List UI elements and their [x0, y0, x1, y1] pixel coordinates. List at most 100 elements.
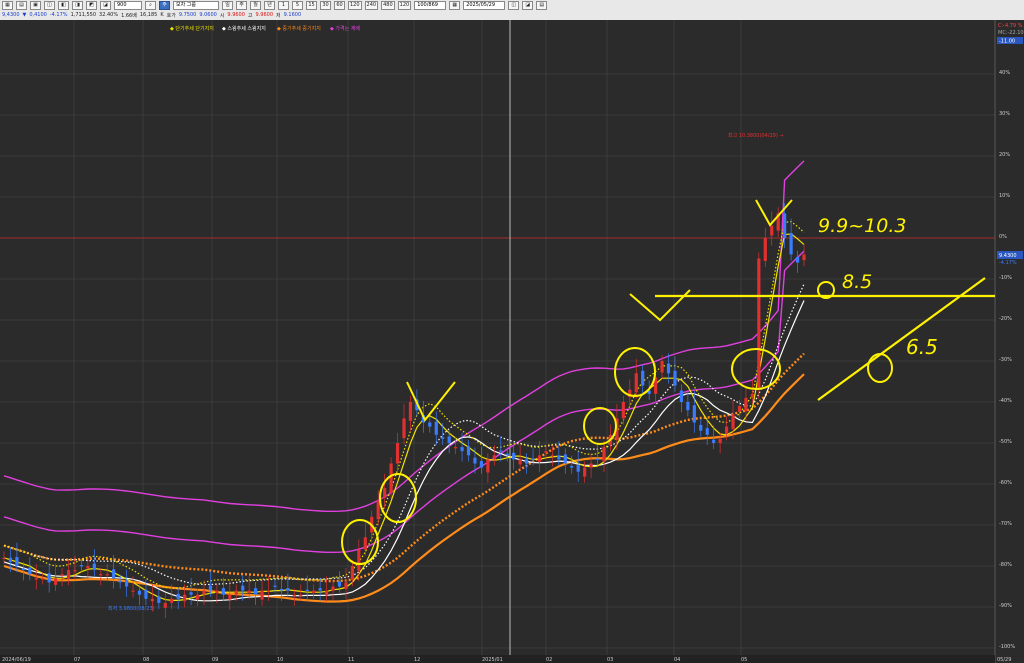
candle-body [454, 447, 458, 449]
tf-240-button[interactable]: 240 [364, 0, 379, 10]
tf-120-button[interactable]: 120 [348, 0, 362, 10]
period-month-button[interactable]: 월 [250, 0, 261, 10]
candle-body [531, 458, 535, 460]
price-chart[interactable]: ◆ 단기추세 단기지지 ◆ 스윙추세 스윙지지 ◆ 중기추세 중기지지 ◆ 가격… [0, 20, 1024, 663]
candle-body [692, 405, 696, 423]
top-right-change: C:-4.79 % [998, 23, 1023, 29]
top-right-mc: MC:-22.10 [998, 30, 1024, 36]
candle-body [460, 447, 464, 452]
tool-icon-1[interactable]: ▦ [2, 0, 13, 10]
tool-icon-6[interactable]: ◨ [72, 0, 83, 10]
layout-icon[interactable]: ◪ [522, 0, 534, 10]
candle-body [15, 556, 19, 566]
stock-name-field[interactable]: 모차 그룹 [173, 0, 219, 10]
candle-body [21, 568, 25, 571]
period-day-button[interactable]: 일 [222, 0, 233, 10]
quote-v3: 16,185 [139, 12, 158, 18]
x-tick-label: 08 [143, 657, 149, 663]
candle-body [518, 459, 522, 465]
candle-body [712, 439, 716, 443]
candle-body [286, 588, 290, 591]
period-year-button[interactable]: 년 [264, 0, 275, 10]
candle-body [660, 361, 664, 373]
symbol-code-input[interactable]: 900 [114, 0, 142, 10]
candle-body [783, 213, 787, 238]
y-tick-label: -40% [999, 398, 1012, 404]
y-tick-label: 10% [999, 193, 1010, 199]
candle-body [350, 566, 354, 580]
count-field[interactable]: 100/869 [414, 0, 447, 10]
tf-30-button[interactable]: 30 [320, 0, 331, 10]
y-tick-label: -10% [999, 275, 1012, 281]
candle-body [176, 593, 180, 599]
candle-body [428, 422, 432, 427]
candle-body [537, 455, 542, 462]
tool-icon-3[interactable]: ▣ [30, 0, 41, 10]
candle-body [376, 500, 380, 520]
quote-change: 0,4100 [29, 12, 47, 18]
quote-vol-rate: 32.40% [99, 12, 119, 18]
legend-item-mid: ◆ 중기추세 중기지지 [277, 25, 321, 32]
candle-body [802, 254, 806, 261]
candle-body [92, 563, 96, 571]
date-field[interactable]: 2025/05/29 [463, 0, 506, 10]
candle-body [41, 578, 45, 580]
candle-body [744, 397, 748, 412]
candle-body [273, 585, 277, 587]
quote-prev-label: 호가 [166, 12, 176, 19]
candle-body [254, 588, 258, 595]
tool-icon-2[interactable]: ▤ [16, 0, 27, 10]
candle-body [66, 570, 71, 580]
candle-body [441, 437, 445, 439]
x-tick-label: 2025/01 [482, 657, 503, 663]
x-tick-label: 2024/06/19 [2, 657, 31, 663]
top-right-tag-text: -11.00 [999, 39, 1015, 45]
quote-volume: 1,711,550 [70, 12, 97, 18]
x-tick-label: 05/29 [997, 657, 1011, 663]
x-tick-label: 12 [414, 657, 420, 663]
candle-body [492, 455, 496, 460]
candle-body [189, 592, 193, 595]
list-icon[interactable]: ▤ [536, 0, 548, 10]
tf-480-button[interactable]: 480 [381, 0, 395, 10]
tf-60-button[interactable]: 60 [334, 0, 345, 10]
candle-body [2, 557, 6, 559]
tool-icon-7[interactable]: ◩ [86, 0, 97, 10]
calendar-icon[interactable]: ▦ [449, 0, 461, 10]
candle-body [583, 467, 587, 477]
candle-body [137, 590, 142, 595]
candle-body [512, 452, 516, 460]
candle-body [299, 594, 303, 596]
legend-item-swing: ◆ 스윙추세 스윙지지 [222, 25, 266, 32]
y-tick-label: -70% [999, 521, 1012, 527]
tool-icon-5[interactable]: ◧ [58, 0, 69, 10]
search-icon[interactable]: ⌕ [145, 0, 156, 10]
split-view-icon[interactable]: ◫ [508, 0, 520, 10]
candle-body [737, 406, 742, 412]
candle-body [383, 488, 387, 498]
candle-body [60, 574, 64, 576]
x-tick-label: 05 [741, 657, 747, 663]
candle-body [795, 256, 800, 263]
candle-body [221, 588, 225, 595]
candle-body [557, 455, 561, 460]
tf-5-button[interactable]: 5 [292, 0, 303, 10]
tool-icon-4[interactable]: ◫ [44, 0, 55, 10]
y-tick-label: 30% [999, 111, 1010, 117]
candle-body [763, 238, 767, 261]
tf-1-button[interactable]: 1 [278, 0, 289, 10]
period-week-button[interactable]: 주 [236, 0, 247, 10]
tf-extra-button[interactable]: 120 [397, 0, 412, 10]
candle-body [621, 402, 625, 419]
candle-body [183, 594, 187, 602]
tf-15-button[interactable]: 15 [306, 0, 317, 10]
candle-body [718, 438, 722, 443]
candle-body [337, 581, 342, 587]
candle-body [473, 457, 477, 464]
x-tick-label: 11 [348, 657, 354, 663]
candle-body [544, 451, 548, 453]
tool-icon-8[interactable]: ◪ [100, 0, 111, 10]
candle-body [602, 447, 606, 462]
candle-body [260, 590, 264, 600]
candle-body [757, 258, 761, 389]
